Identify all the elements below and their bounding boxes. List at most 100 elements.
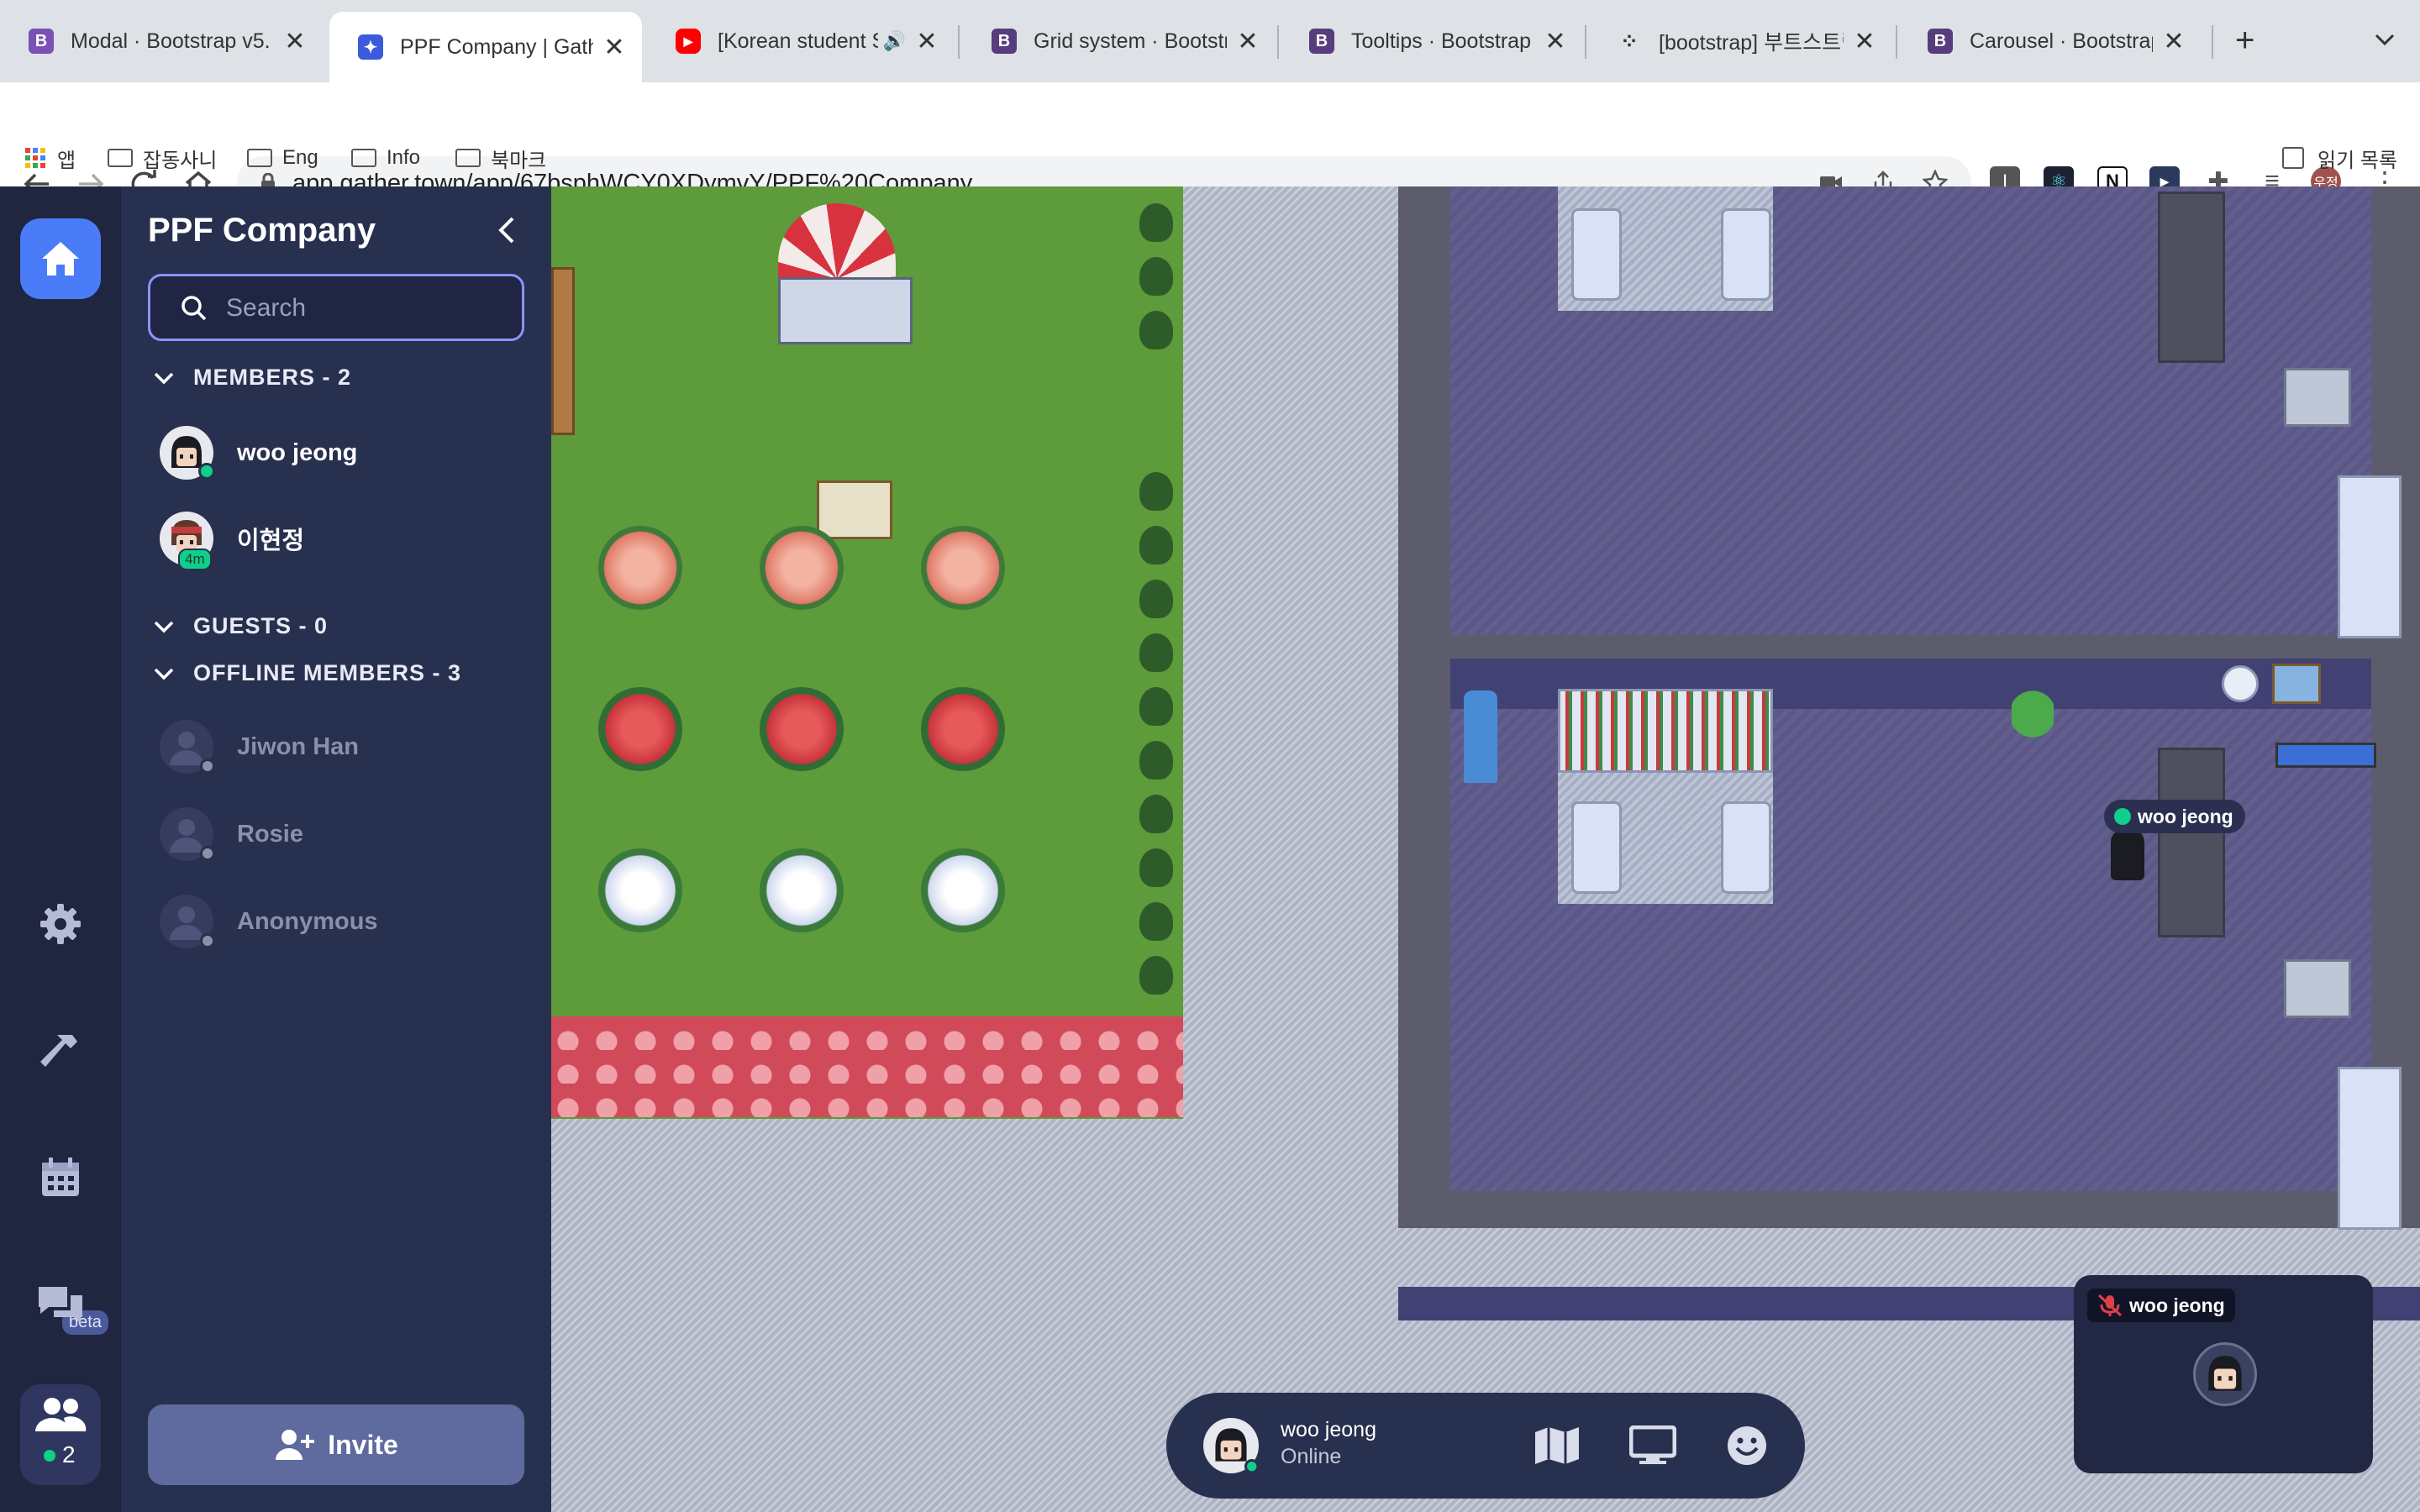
self-name: woo jeong bbox=[1281, 1418, 1376, 1441]
tab-divider bbox=[2212, 25, 2213, 59]
home-button[interactable] bbox=[20, 218, 101, 299]
shrub bbox=[1139, 633, 1173, 672]
avatar bbox=[160, 720, 215, 774]
hammer-icon bbox=[40, 1035, 77, 1067]
close-icon[interactable]: ✕ bbox=[282, 27, 308, 56]
add-user-icon bbox=[276, 1430, 315, 1460]
tab-tooltips[interactable]: B Tooltips · Bootstrap ✕ bbox=[1281, 12, 1583, 71]
chair bbox=[1721, 801, 1771, 894]
member-name: Rosie bbox=[237, 820, 303, 848]
browser-toolbar: app.gather.town/app/67bsphWCY0XDymvY/PPF… bbox=[0, 82, 2420, 252]
tab-grid-system[interactable]: B Grid system · Bootstra ✕ bbox=[963, 12, 1276, 71]
monitor bbox=[2275, 743, 2376, 768]
close-icon[interactable]: ✕ bbox=[914, 27, 939, 56]
close-icon[interactable]: ✕ bbox=[1235, 27, 1260, 56]
cart bbox=[817, 480, 892, 539]
space-title: PPF Company bbox=[148, 212, 376, 249]
tab-divider bbox=[958, 25, 960, 59]
build-button[interactable] bbox=[20, 1013, 101, 1094]
member-row[interactable]: 4m 이현정 bbox=[160, 509, 305, 570]
tab-youtube[interactable]: ▶ [Korean student S 🔊 ✕ bbox=[647, 12, 955, 71]
offline-member-row[interactable]: Rosie bbox=[160, 805, 303, 864]
self-video-tile[interactable]: woo jeong bbox=[2074, 1275, 2373, 1473]
smile-icon bbox=[1728, 1426, 1766, 1465]
close-icon[interactable]: ✕ bbox=[1852, 27, 1877, 56]
plant bbox=[2012, 687, 2054, 754]
reading-list[interactable]: 읽기 목록 bbox=[2282, 141, 2397, 175]
member-name: woo jeong bbox=[237, 438, 358, 466]
bookmark-folder-bookmarks[interactable]: 북마크 bbox=[455, 141, 546, 175]
new-tab-button[interactable]: + bbox=[2235, 22, 2254, 60]
people-icon bbox=[35, 1398, 87, 1431]
tab-carousel[interactable]: B Carousel · Bootstrap ✕ bbox=[1899, 12, 2202, 71]
invite-button[interactable]: Invite bbox=[148, 1404, 524, 1485]
search-input[interactable] bbox=[226, 291, 503, 325]
office-building bbox=[1398, 186, 2420, 1320]
offline-status-dot bbox=[200, 933, 215, 948]
bookmark-folder-misc[interactable]: 잡동사니 bbox=[108, 141, 217, 175]
reading-list-icon bbox=[2282, 147, 2304, 169]
screen-share-button[interactable] bbox=[1622, 1415, 1684, 1477]
water-cooler bbox=[1464, 690, 1497, 783]
shrub bbox=[1139, 902, 1173, 941]
video-name-label: woo jeong bbox=[2087, 1289, 2235, 1322]
tab-divider bbox=[1896, 25, 1897, 59]
offline-status-dot bbox=[200, 759, 215, 774]
youtube-icon: ▶ bbox=[676, 29, 701, 54]
red-rose-bush bbox=[598, 687, 682, 771]
member-name: Anonymous bbox=[237, 907, 378, 935]
avatar bbox=[160, 895, 215, 948]
map-button[interactable] bbox=[1526, 1415, 1588, 1477]
avatar: 4m bbox=[160, 512, 213, 570]
tab-search-icon[interactable] bbox=[2368, 24, 2402, 57]
chat-button[interactable] bbox=[20, 1265, 101, 1346]
member-name: 이현정 bbox=[237, 528, 305, 554]
shrub bbox=[1139, 257, 1173, 296]
monitor-icon bbox=[1629, 1425, 1676, 1464]
gather-icon: ✦ bbox=[358, 34, 383, 60]
bookmark-folder-eng[interactable]: Eng bbox=[247, 141, 318, 175]
settings-button[interactable] bbox=[20, 884, 101, 964]
speaker-icon[interactable]: 🔊 bbox=[883, 30, 906, 52]
offline-section-header[interactable]: OFFLINE MEMBERS - 3 bbox=[151, 660, 461, 686]
chevron-down-icon bbox=[154, 372, 174, 384]
close-icon[interactable]: ✕ bbox=[1543, 27, 1568, 56]
tab-bootstrap-kr[interactable]: ⁘ [bootstrap] 부트스트랩 ✕ bbox=[1588, 12, 1892, 71]
offline-member-row[interactable]: Jiwon Han bbox=[160, 717, 359, 776]
shrub bbox=[1139, 956, 1173, 995]
online-dot bbox=[44, 1450, 55, 1462]
wall-clock bbox=[2222, 665, 2259, 702]
tab-modal-bootstrap[interactable]: B Modal · Bootstrap v5. ✕ bbox=[0, 12, 323, 71]
garden-area bbox=[551, 186, 1183, 1119]
shrub bbox=[1139, 311, 1173, 349]
bookmark-folder-info[interactable]: Info bbox=[351, 141, 420, 175]
offline-member-row[interactable]: Anonymous bbox=[160, 892, 378, 951]
chair bbox=[1721, 208, 1771, 301]
avatar[interactable] bbox=[1203, 1418, 1259, 1473]
member-name: Jiwon Han bbox=[237, 732, 360, 760]
tab-divider bbox=[1277, 25, 1279, 59]
chevron-down-icon bbox=[154, 621, 174, 633]
umbrella bbox=[778, 203, 896, 279]
bookshelf bbox=[1558, 689, 1773, 773]
calendar-button[interactable] bbox=[20, 1137, 101, 1218]
emote-button[interactable] bbox=[1716, 1415, 1778, 1477]
apps-grid-icon bbox=[25, 148, 45, 168]
self-status: Online bbox=[1281, 1445, 1342, 1468]
close-icon[interactable]: ✕ bbox=[2161, 27, 2186, 56]
player-avatar[interactable] bbox=[2111, 830, 2144, 880]
calendar-icon bbox=[42, 1158, 79, 1196]
guests-section-header[interactable]: GUESTS - 0 bbox=[151, 613, 328, 639]
tab-gather-ppf[interactable]: ✦ PPF Company | Gathe ✕ bbox=[329, 12, 642, 82]
member-row[interactable]: woo jeong bbox=[160, 423, 357, 482]
food-cart bbox=[778, 277, 913, 344]
collapse-panel-button[interactable] bbox=[491, 213, 524, 247]
offline-status-dot bbox=[200, 846, 215, 861]
bookmark-apps[interactable]: 앱 bbox=[25, 141, 76, 175]
chair bbox=[1571, 208, 1622, 301]
member-search[interactable] bbox=[148, 274, 524, 341]
members-section-header[interactable]: MEMBERS - 2 bbox=[151, 365, 351, 391]
close-icon[interactable]: ✕ bbox=[602, 33, 627, 62]
chevron-down-icon bbox=[154, 668, 174, 680]
participants-button[interactable]: 2 bbox=[20, 1384, 101, 1485]
